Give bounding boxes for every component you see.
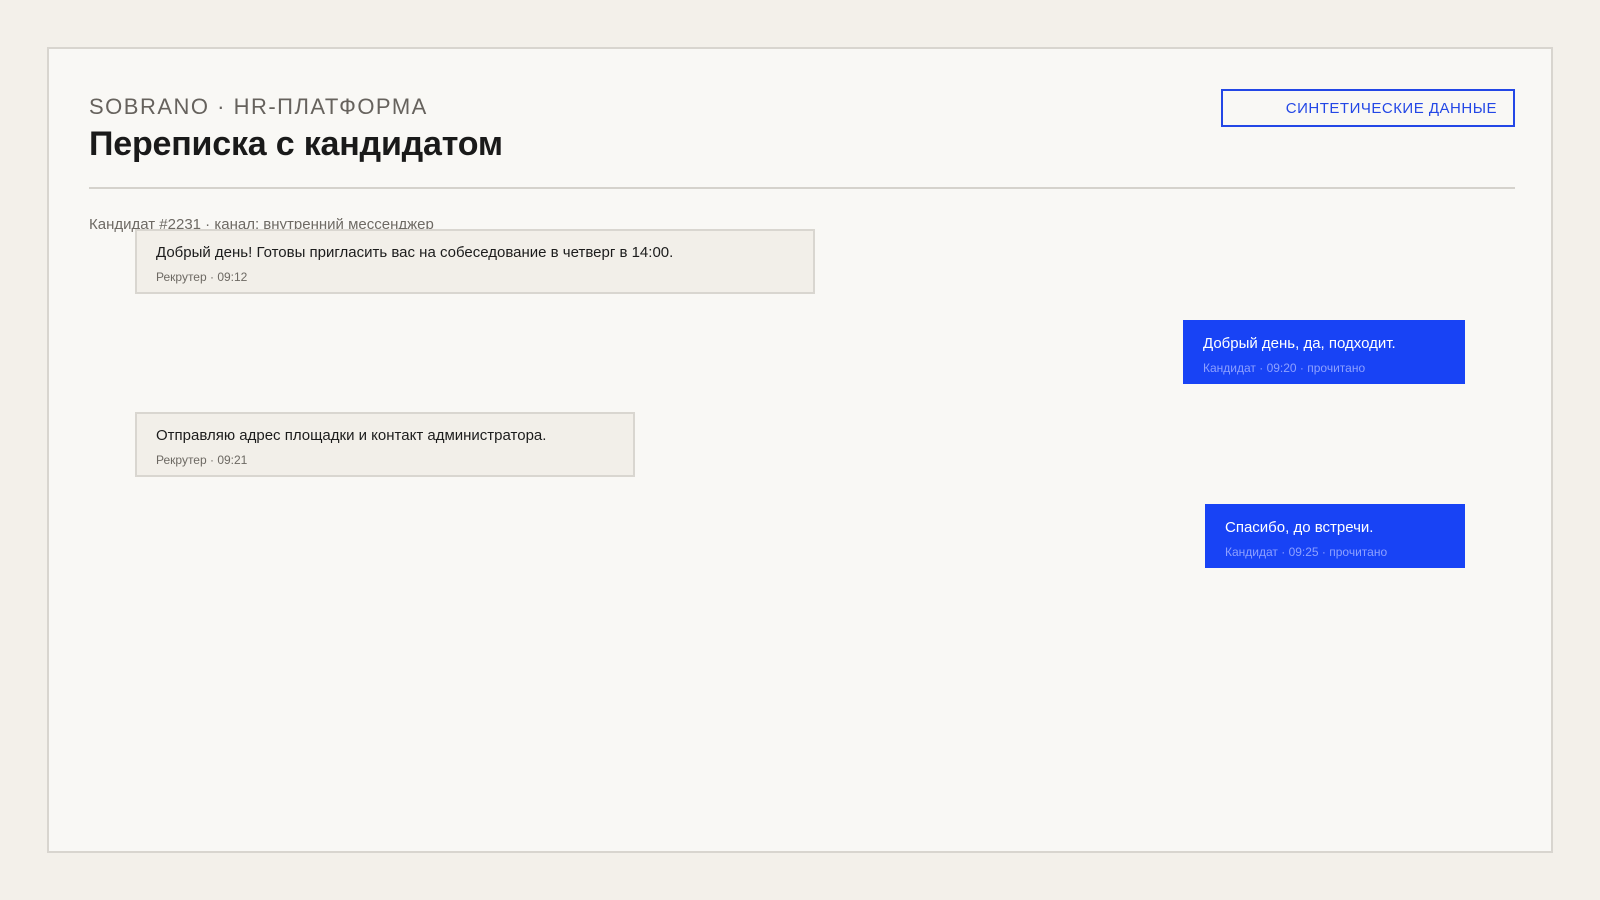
header-divider: [89, 187, 1515, 189]
brand-label: SOBRANO · HR-ПЛАТФОРМА: [89, 94, 428, 119]
message-recruiter: Добрый день! Готовы пригласить вас на со…: [135, 229, 815, 294]
message-text: Отправляю адрес площадки и контакт админ…: [156, 427, 547, 444]
synthetic-data-badge: СИНТЕТИЧЕСКИЕ ДАННЫЕ: [1221, 89, 1515, 127]
page-title: Переписка с кандидатом: [89, 125, 503, 163]
message-text: Добрый день! Готовы пригласить вас на со…: [156, 244, 674, 261]
message-candidate: Добрый день, да, подходит. Кандидат · 09…: [1183, 320, 1465, 384]
message-meta: Кандидат · 09:25 · прочитано: [1225, 545, 1388, 559]
chat-panel: SOBRANO · HR-ПЛАТФОРМА Переписка с канди…: [47, 47, 1553, 853]
message-recruiter: Отправляю адрес площадки и контакт админ…: [135, 412, 635, 477]
message-text: Добрый день, да, подходит.: [1203, 335, 1396, 352]
message-candidate: Спасибо, до встречи. Кандидат · 09:25 · …: [1205, 504, 1465, 568]
message-meta: Рекрутер · 09:21: [156, 453, 248, 467]
message-meta: Кандидат · 09:20 · прочитано: [1203, 361, 1366, 375]
message-meta: Рекрутер · 09:12: [156, 270, 248, 284]
message-text: Спасибо, до встречи.: [1225, 519, 1374, 536]
